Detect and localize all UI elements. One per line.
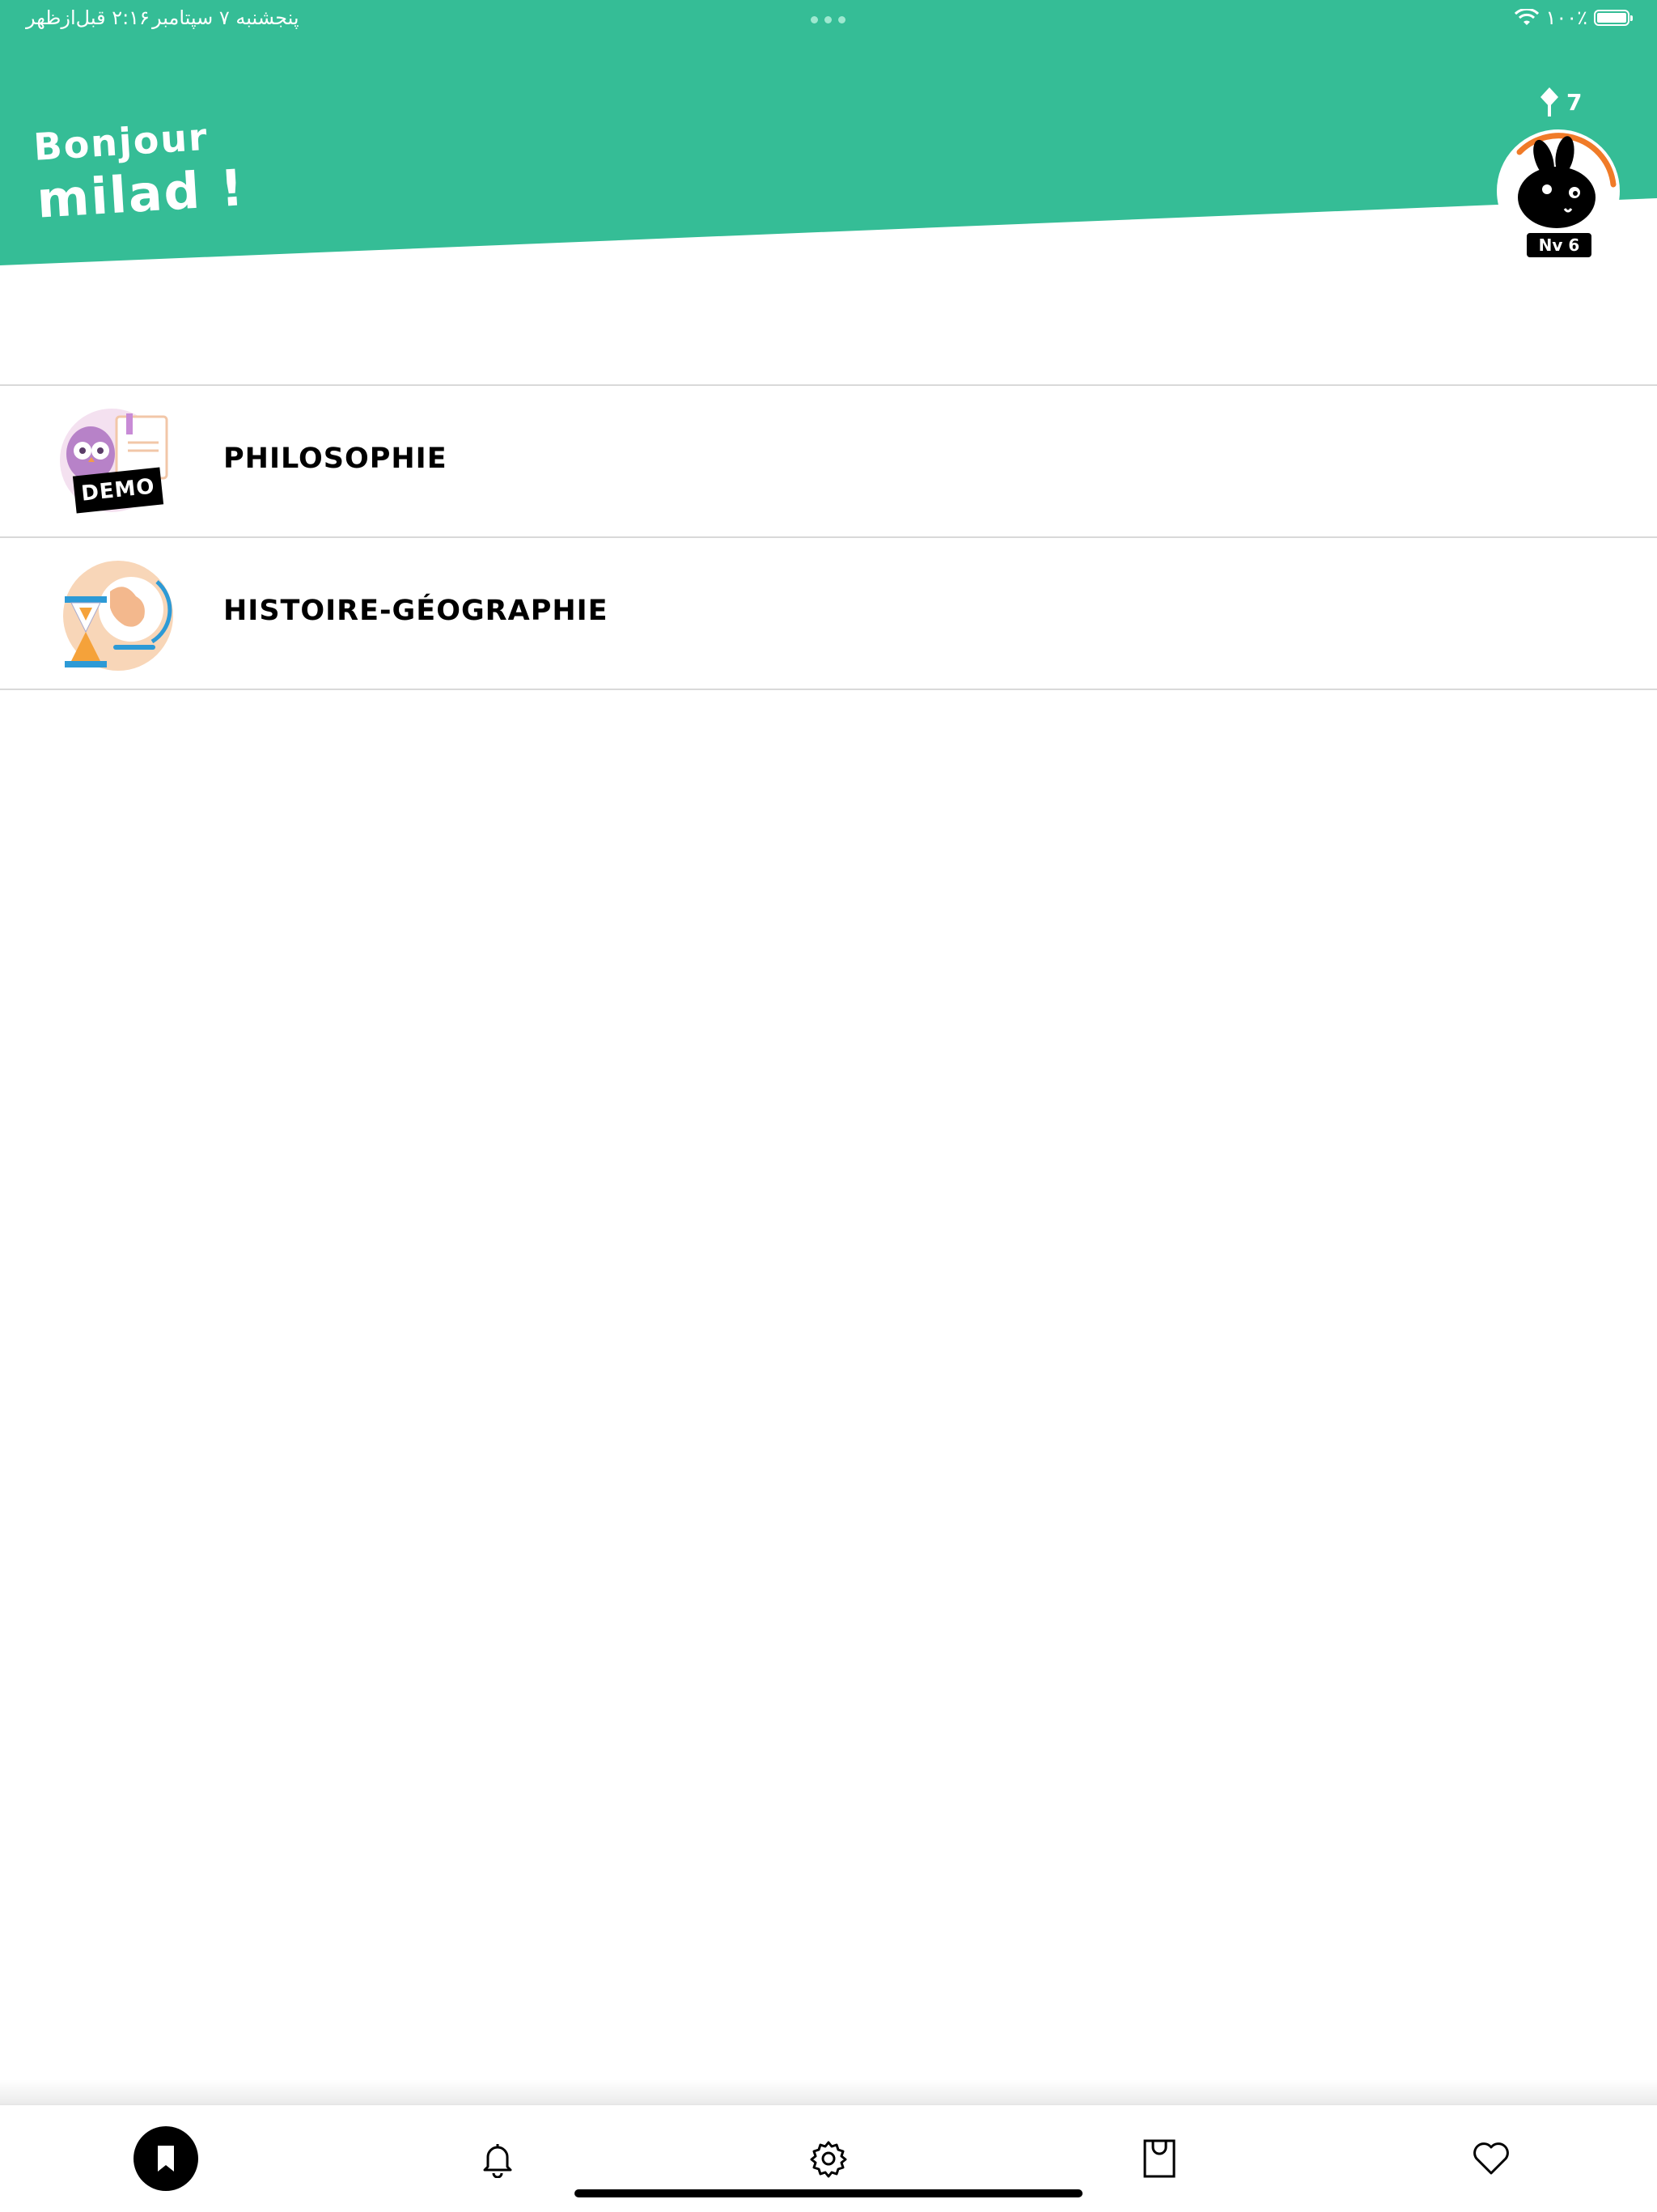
subject-label: PHILOSOPHIE	[223, 443, 447, 475]
wifi-icon	[1515, 9, 1540, 25]
shopping-bag-icon	[1143, 2139, 1176, 2178]
header-background	[0, 0, 1657, 265]
multitasking-dots[interactable]	[811, 16, 845, 23]
level-badge: Nv 6	[1525, 231, 1593, 259]
tab-shop[interactable]	[1127, 2126, 1192, 2191]
list-divider-bottom	[0, 689, 1657, 690]
heart-icon	[1473, 2142, 1509, 2175]
gems-count: 7	[1566, 88, 1583, 116]
status-indicators: ۱۰۰٪	[1515, 6, 1633, 29]
tab-settings[interactable]	[796, 2126, 861, 2191]
status-bar: ۲:۱۶ قبل‌ازظهر پنجشنبه ۷ سپتامبر ۱۰۰٪	[0, 0, 1657, 39]
bell-icon	[483, 2144, 512, 2178]
tabbar-shadow	[0, 2079, 1657, 2104]
gem-icon	[1540, 87, 1558, 117]
subject-label: HISTOIRE-GÉOGRAPHIE	[223, 595, 608, 627]
home-indicator	[574, 2189, 1083, 2197]
status-time: ۲:۱۶ قبل‌ازظهر	[26, 6, 150, 29]
gear-icon	[810, 2141, 847, 2178]
bookmark-icon	[133, 2126, 198, 2191]
tab-favorites[interactable]	[1459, 2126, 1524, 2191]
subject-row-philosophie[interactable]: DEMO PHILOSOPHIE	[0, 386, 1657, 536]
battery-percent: ۱۰۰٪	[1545, 6, 1587, 29]
hourglass-globe-icon	[63, 561, 173, 671]
status-date: پنجشنبه ۷ سپتامبر	[152, 6, 299, 29]
subject-row-histoire-geographie[interactable]: HISTOIRE-GÉOGRAPHIE	[0, 538, 1657, 689]
subject-icon-philosophie: DEMO	[58, 405, 175, 522]
battery-icon	[1594, 10, 1633, 26]
gems-counter[interactable]: 7	[1539, 86, 1582, 118]
greeting: Bonjour milad !	[32, 112, 247, 230]
tab-bookmarks[interactable]	[133, 2126, 198, 2191]
subject-icon-histoire-geographie	[58, 557, 175, 674]
tab-notifications[interactable]	[465, 2126, 530, 2191]
